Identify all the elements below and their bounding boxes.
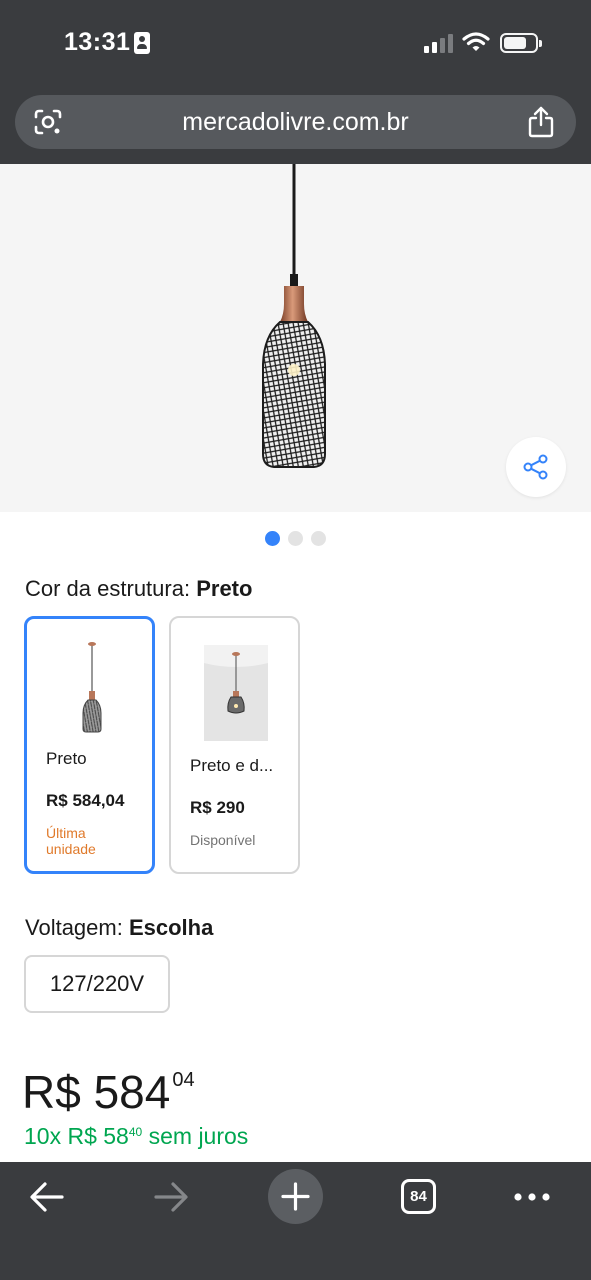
url-text[interactable]: mercadolivre.com.br bbox=[15, 108, 576, 137]
new-tab-button[interactable] bbox=[268, 1169, 323, 1224]
price-main: R$ 584 bbox=[22, 1066, 171, 1118]
signal-icon bbox=[424, 33, 454, 53]
variant-card-preto-e-d[interactable]: Preto e d... R$ 290 Disponível bbox=[169, 616, 300, 874]
gallery-dot-1[interactable] bbox=[265, 531, 280, 546]
forward-arrow-icon[interactable] bbox=[152, 1180, 190, 1214]
variant-stock-status: Disponível bbox=[190, 832, 256, 848]
price-cents: 04 bbox=[172, 1069, 195, 1091]
id-badge-icon bbox=[134, 32, 150, 54]
browser-bottom-toolbar: 84 bbox=[0, 1162, 591, 1280]
status-time: 13:31 bbox=[64, 28, 131, 56]
product-image bbox=[262, 164, 326, 468]
gallery-dot-3[interactable] bbox=[311, 531, 326, 546]
wifi-icon bbox=[462, 32, 490, 51]
installments-cents: 40 bbox=[128, 1125, 143, 1139]
battery-icon bbox=[500, 33, 542, 53]
gallery-dot-2[interactable] bbox=[288, 531, 303, 546]
back-arrow-icon[interactable] bbox=[28, 1180, 66, 1214]
more-icon[interactable] bbox=[513, 1192, 551, 1202]
installments-suffix: sem juros bbox=[142, 1123, 249, 1149]
voltage-section-label: Voltagem: Escolha bbox=[25, 915, 213, 941]
plus-icon bbox=[281, 1182, 310, 1211]
variant-name: Preto bbox=[46, 749, 87, 768]
variant-name: Preto e d... bbox=[190, 756, 274, 775]
variant-thumbnail bbox=[204, 645, 268, 741]
variant-thumbnail bbox=[82, 642, 102, 733]
installments-prefix: 10x R$ 58 bbox=[24, 1123, 129, 1149]
variant-stock-status: Última unidade bbox=[46, 825, 96, 857]
color-value: Preto bbox=[196, 576, 253, 601]
color-label: Cor da estrutura: bbox=[25, 576, 191, 601]
product-image-gallery[interactable] bbox=[0, 164, 591, 512]
voltage-value: Escolha bbox=[128, 915, 214, 940]
browser-top-chrome: 13:31 mercadolivre.com.br bbox=[0, 0, 591, 164]
share-button[interactable] bbox=[506, 437, 566, 497]
variant-price: R$ 290 bbox=[190, 798, 245, 817]
tabs-icon[interactable]: 84 bbox=[401, 1179, 436, 1214]
voltage-option-button[interactable]: 127/220V bbox=[24, 955, 170, 1013]
variant-price: R$ 584,04 bbox=[46, 791, 125, 810]
gallery-pagination bbox=[0, 531, 591, 547]
share-nodes-icon bbox=[523, 454, 548, 480]
url-bar[interactable]: mercadolivre.com.br bbox=[15, 95, 576, 149]
installments-info: 10x R$ 5840 sem juros bbox=[24, 1123, 248, 1150]
share-icon[interactable] bbox=[528, 106, 554, 138]
voltage-label: Voltagem: bbox=[25, 915, 123, 940]
color-section-label: Cor da estrutura: Preto bbox=[25, 576, 252, 602]
product-price: R$ 584 04 bbox=[22, 1065, 195, 1119]
variant-card-preto[interactable]: Preto R$ 584,04 Última unidade bbox=[24, 616, 155, 874]
